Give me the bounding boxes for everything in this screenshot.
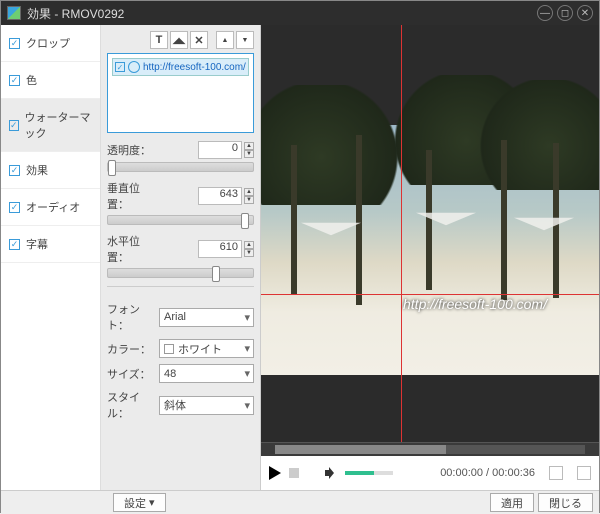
sidebar-item-4[interactable]: ✓ オーディオ [1,189,100,226]
titlebar: 効果 - RMOV0292 — ◻ ✕ [1,1,599,25]
guide-horizontal [261,294,599,295]
style-select[interactable]: 斜体 [159,396,254,415]
play-button[interactable] [269,466,281,480]
hpos-spin-up[interactable]: ▲ [244,241,254,249]
hpos-spin-down[interactable]: ▼ [244,249,254,257]
color-swatch [164,344,174,354]
sidebar-item-label: クロップ [26,35,70,51]
sidebar-item-5[interactable]: ✓ 字幕 [1,226,100,263]
check-icon[interactable]: ✓ [9,202,20,213]
color-label: カラー： [107,341,159,357]
vpos-spin-up[interactable]: ▲ [244,188,254,196]
volume-slider[interactable] [345,471,393,475]
apply-button[interactable]: 適用 [490,493,534,512]
settings-button[interactable]: 設定 ▾ [113,493,166,512]
move-down-button[interactable]: ▼ [236,31,254,49]
delete-watermark-button[interactable]: ✕ [190,31,208,49]
font-select[interactable]: Arial [159,308,254,327]
watermark-overlay-text[interactable]: http://freesoft-100.com/ [403,296,547,312]
watermark-item-text: http://freesoft-100.com/ [143,62,246,73]
check-icon[interactable]: ✓ [9,120,19,131]
video-preview[interactable]: http://freesoft-100.com/ [261,25,599,442]
player-controls: 00:00:00 / 00:00:36 [261,456,599,490]
font-row: フォント： Arial [107,301,254,333]
guide-vertical [401,25,402,442]
vpos-row: 垂直位置： 643 ▲▼ [107,180,254,212]
font-label: フォント： [107,301,159,333]
fullscreen-button[interactable] [577,466,591,480]
minimize-button[interactable]: — [537,5,553,21]
check-icon[interactable]: ✓ [9,239,20,250]
style-label: スタイル： [107,389,159,421]
time-display: 00:00:00 / 00:00:36 [440,467,535,479]
preview-pane: http://freesoft-100.com/ 00:00:00 / 00:0… [261,25,599,490]
stop-button[interactable] [289,468,299,478]
vpos-slider[interactable] [107,215,254,225]
color-row: カラー： ホワイト [107,339,254,358]
hpos-slider[interactable] [107,268,254,278]
style-row: スタイル： 斜体 [107,389,254,421]
hpos-label: 水平位置： [107,233,159,265]
sidebar-item-label: 効果 [26,162,48,178]
text-watermark-button[interactable]: T [150,31,168,49]
size-label: サイズ： [107,366,159,382]
close-button[interactable]: ✕ [577,5,593,21]
color-select[interactable]: ホワイト [159,339,254,358]
check-icon[interactable]: ✓ [9,165,20,176]
opacity-row: 透明度： 0 ▲▼ [107,141,254,159]
sidebar-item-label: 字幕 [26,236,48,252]
check-icon[interactable]: ✓ [9,75,20,86]
opacity-spin-up[interactable]: ▲ [244,142,254,150]
move-up-button[interactable]: ▲ [216,31,234,49]
size-row: サイズ： 48 [107,364,254,383]
watermark-panel: T ◢◣ ✕ ▲ ▼ ✓ http://freesoft-100.com/ 透明… [101,25,261,490]
sidebar-item-label: 色 [26,72,37,88]
image-watermark-button[interactable]: ◢◣ [170,31,188,49]
sidebar-item-0[interactable]: ✓ クロップ [1,25,100,62]
snapshot-button[interactable] [549,466,563,480]
window-title: 効果 - RMOV0292 [27,5,533,22]
sidebar-item-label: ウォーターマック [25,109,92,141]
sidebar-item-label: オーディオ [26,199,80,215]
hpos-row: 水平位置： 610 ▲▼ [107,233,254,265]
check-icon[interactable]: ✓ [9,38,20,49]
globe-icon [128,61,140,73]
watermark-list[interactable]: ✓ http://freesoft-100.com/ [107,53,254,133]
close-dialog-button[interactable]: 閉じる [538,493,593,512]
volume-icon[interactable] [325,467,337,479]
vpos-spin-down[interactable]: ▼ [244,196,254,204]
check-icon: ✓ [115,62,125,72]
sidebar: ✓クロップ✓色✓ウォーターマック✓効果✓オーディオ✓字幕 [1,25,101,490]
opacity-spin-down[interactable]: ▼ [244,150,254,158]
vpos-input[interactable]: 643 [198,187,242,205]
size-select[interactable]: 48 [159,364,254,383]
opacity-input[interactable]: 0 [198,141,242,159]
video-frame [261,125,599,375]
footer: 設定 ▾ 適用 閉じる [1,490,599,514]
app-icon [7,6,21,20]
watermark-list-item[interactable]: ✓ http://freesoft-100.com/ [112,58,249,76]
watermark-toolbar: T ◢◣ ✕ ▲ ▼ [107,31,254,49]
preview-scrollbar[interactable] [261,442,599,456]
opacity-label: 透明度： [107,142,159,158]
maximize-button[interactable]: ◻ [557,5,573,21]
vpos-label: 垂直位置： [107,180,159,212]
opacity-slider[interactable] [107,162,254,172]
sidebar-item-1[interactable]: ✓色 [1,62,100,99]
hpos-input[interactable]: 610 [198,240,242,258]
sidebar-item-3[interactable]: ✓ 効果 [1,152,100,189]
sidebar-item-2[interactable]: ✓ ウォーターマック [1,99,100,152]
